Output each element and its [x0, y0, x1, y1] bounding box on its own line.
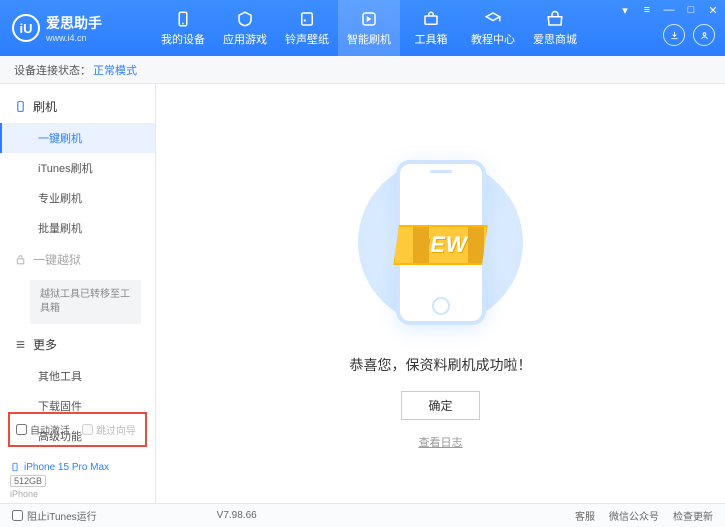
ok-button[interactable]: 确定: [401, 391, 479, 420]
footer-link-support[interactable]: 客服: [575, 508, 595, 523]
new-ribbon: NEW: [393, 225, 487, 265]
skip-wizard-checkbox[interactable]: 跳过向导: [82, 422, 136, 437]
jailbreak-moved-note: 越狱工具已转移至工具箱: [30, 280, 141, 324]
nav-apps-games[interactable]: 应用游戏: [214, 0, 276, 56]
window-controls: ▾ ≡ — □ ✕: [617, 3, 721, 17]
footer-link-update[interactable]: 检查更新: [673, 508, 713, 523]
header: iU 爱思助手 www.i4.cn 我的设备 应用游戏 铃声壁纸 智能刷机 工具…: [0, 0, 725, 56]
window-close-button[interactable]: ✕: [705, 3, 721, 17]
sidebar-item-pro-flash[interactable]: 专业刷机: [0, 183, 155, 213]
sidebar-options-box: 自动激活 跳过向导: [8, 412, 147, 447]
nav-tutorials[interactable]: 教程中心: [462, 0, 524, 56]
brand-url: www.i4.cn: [46, 33, 102, 43]
nav-smart-flash[interactable]: 智能刷机: [338, 0, 400, 56]
device-name[interactable]: iPhone 15 Pro Max: [10, 461, 145, 473]
window-dropdown-button[interactable]: ▾: [617, 3, 633, 17]
block-itunes-checkbox[interactable]: 阻止iTunes运行: [12, 508, 97, 523]
version-label: V7.98.66: [217, 510, 257, 521]
device-type: iPhone: [10, 489, 145, 499]
device-info: iPhone 15 Pro Max 512GB iPhone: [10, 461, 145, 499]
logo-icon: iU: [12, 14, 40, 42]
nav-toolbox[interactable]: 工具箱: [400, 0, 462, 56]
footer-link-wechat[interactable]: 微信公众号: [609, 508, 659, 523]
top-nav: 我的设备 应用游戏 铃声壁纸 智能刷机 工具箱 教程中心 爱思商城: [152, 0, 586, 56]
footer: 阻止iTunes运行 V7.98.66 客服 微信公众号 检查更新: [0, 503, 725, 527]
auto-activate-checkbox[interactable]: 自动激活: [16, 422, 70, 437]
phone-icon: [10, 461, 20, 473]
window-minimize-button[interactable]: —: [661, 3, 677, 17]
status-label: 设备连接状态：: [14, 62, 91, 78]
sidebar-item-itunes-flash[interactable]: iTunes刷机: [0, 153, 155, 183]
sidebar-item-batch-flash[interactable]: 批量刷机: [0, 213, 155, 243]
flash-icon: [14, 100, 27, 113]
window-cascade-button[interactable]: ≡: [639, 3, 655, 17]
nav-ringtones-wallpapers[interactable]: 铃声壁纸: [276, 0, 338, 56]
sidebar-group-more[interactable]: 更多: [0, 328, 155, 361]
download-icon[interactable]: [663, 24, 685, 46]
status-value: 正常模式: [93, 62, 137, 78]
sidebar-item-other-tools[interactable]: 其他工具: [0, 361, 155, 391]
header-right-icons: [663, 24, 715, 46]
sidebar-group-jailbreak: 一键越狱: [0, 243, 155, 276]
logo-area: iU 爱思助手 www.i4.cn: [12, 13, 132, 43]
success-illustration: NEW: [321, 147, 561, 337]
nav-store[interactable]: 爱思商城: [524, 0, 586, 56]
device-storage: 512GB: [10, 475, 46, 487]
success-message: 恭喜您，保资料刷机成功啦！: [350, 355, 532, 375]
lock-icon: [14, 253, 27, 266]
user-icon[interactable]: [693, 24, 715, 46]
connection-status-bar: 设备连接状态： 正常模式: [0, 56, 725, 84]
sidebar-group-flash[interactable]: 刷机: [0, 90, 155, 123]
main-content: NEW 恭喜您，保资料刷机成功啦！ 确定 查看日志: [156, 84, 725, 503]
window-maximize-button[interactable]: □: [683, 3, 699, 17]
nav-my-device[interactable]: 我的设备: [152, 0, 214, 56]
brand-title: 爱思助手: [46, 13, 102, 33]
sidebar-item-oneclick-flash[interactable]: 一键刷机: [0, 123, 155, 153]
sidebar: 刷机 一键刷机 iTunes刷机 专业刷机 批量刷机 一键越狱 越狱工具已转移至…: [0, 84, 156, 503]
menu-icon: [14, 338, 27, 351]
view-log-link[interactable]: 查看日志: [419, 434, 463, 450]
